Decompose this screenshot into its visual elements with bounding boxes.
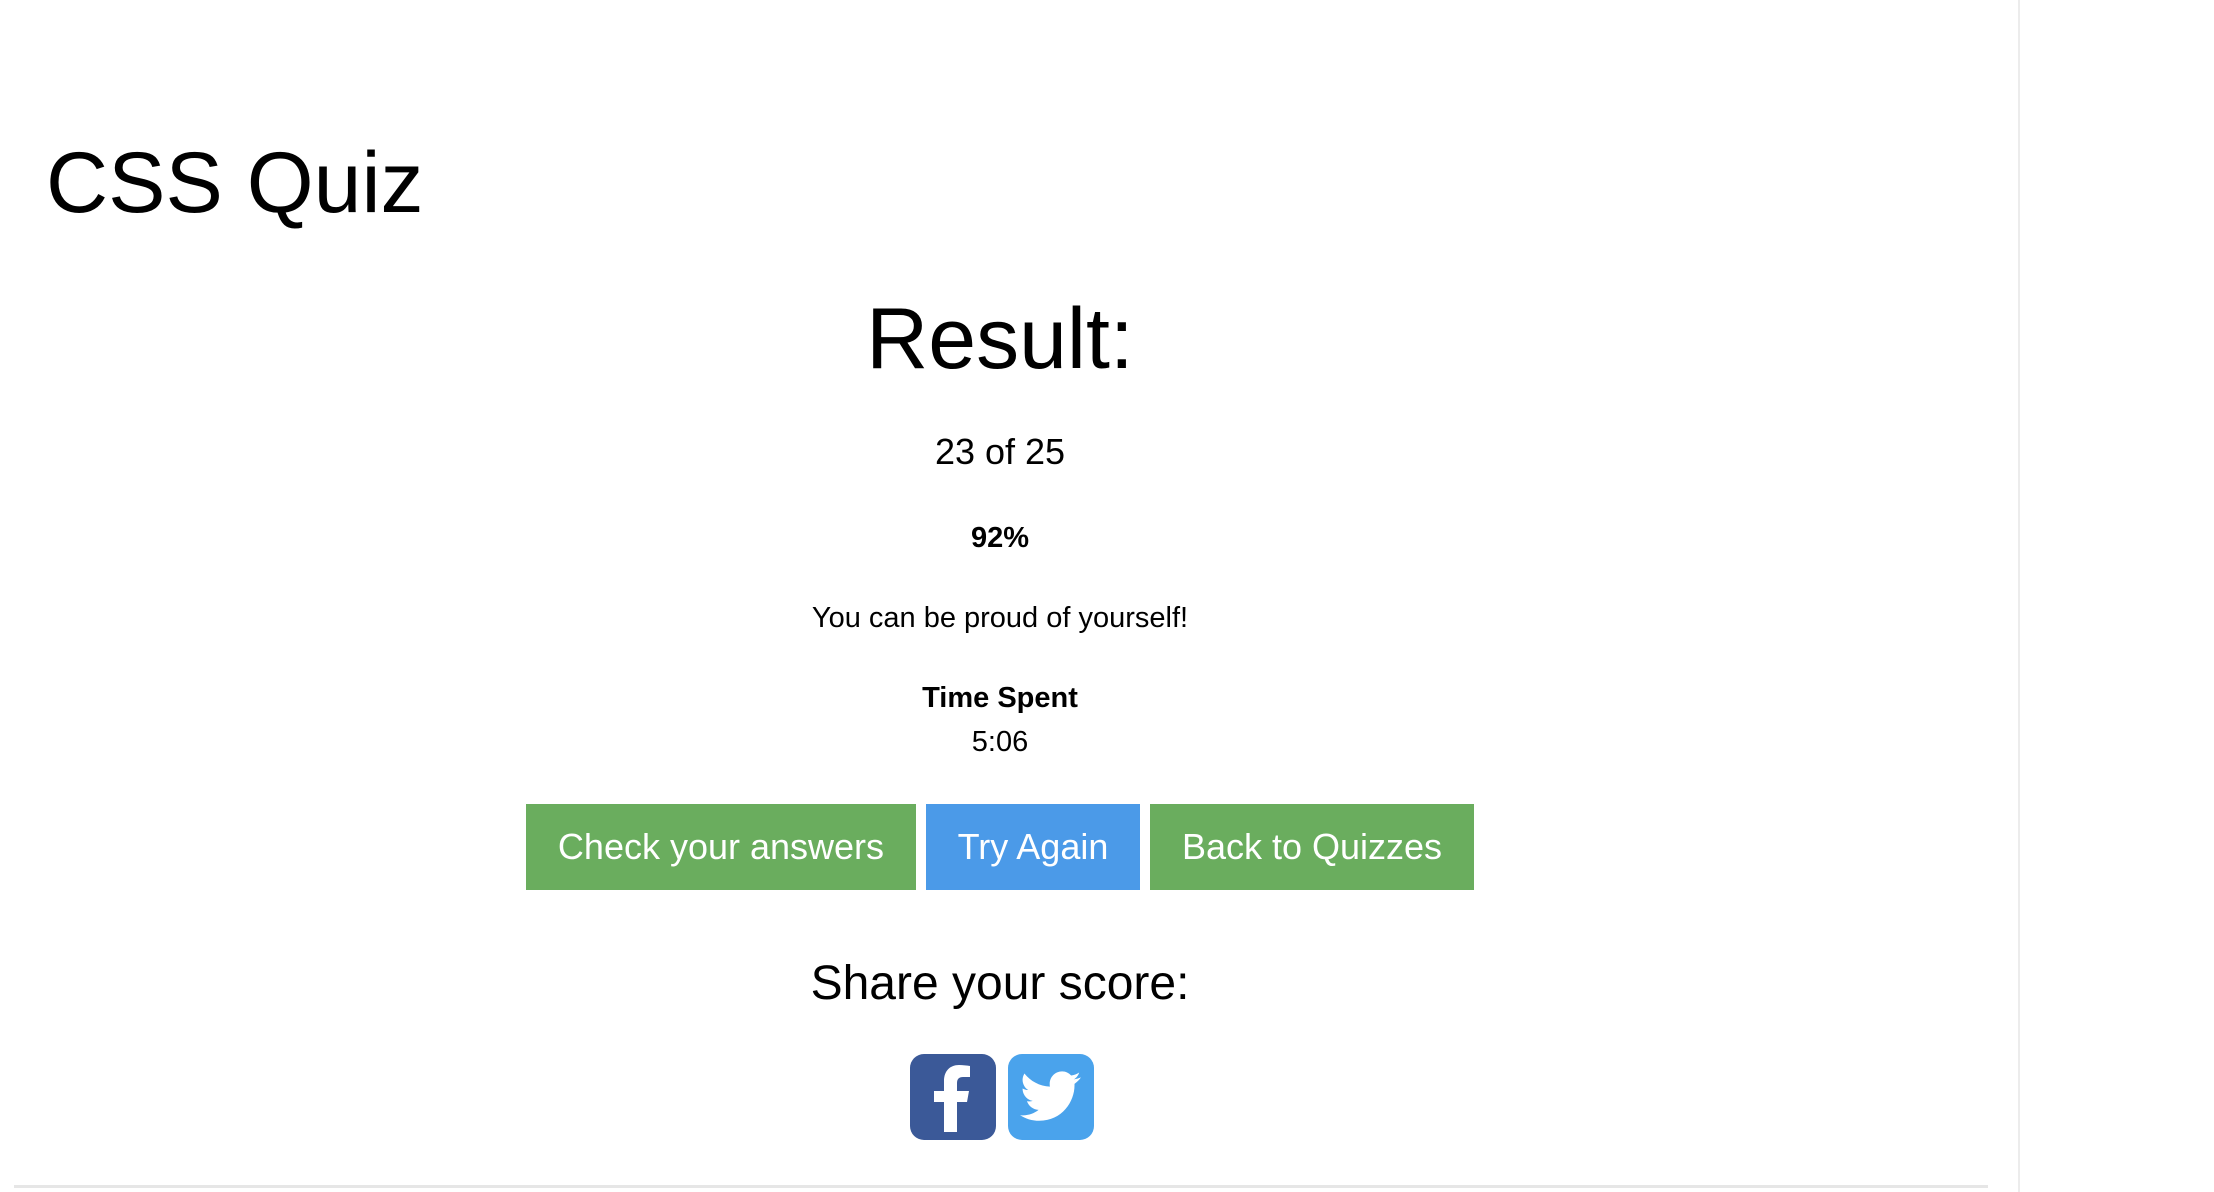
facebook-f-glyph [934, 1065, 970, 1132]
back-to-quizzes-button[interactable]: Back to Quizzes [1150, 804, 1474, 890]
result-actions: Check your answers Try Again Back to Qui… [526, 804, 1474, 890]
sidebar-divider [2018, 0, 2020, 1192]
result-heading: Result: [866, 291, 1134, 387]
facebook-icon[interactable] [910, 1054, 996, 1140]
quiz-result-page: CSS Quiz Result: 23 of 25 92% You can be… [0, 0, 2214, 1192]
bottom-divider [14, 1185, 1988, 1188]
time-spent-value: 5:06 [971, 726, 1029, 758]
check-answers-button[interactable]: Check your answers [526, 804, 916, 890]
result-message: You can be proud of yourself! [811, 602, 1189, 634]
share-heading: Share your score: [810, 957, 1190, 1010]
main-content: CSS Quiz Result: 23 of 25 92% You can be… [0, 0, 2018, 1192]
score-text: 23 of 25 [934, 431, 1066, 472]
time-spent-label: Time Spent [922, 682, 1078, 714]
share-icons [910, 1054, 1094, 1140]
page-title: CSS Quiz [46, 135, 424, 231]
twitter-bird-glyph [1020, 1071, 1081, 1121]
score-percent: 92% [970, 522, 1030, 554]
twitter-icon[interactable] [1008, 1054, 1094, 1140]
try-again-button[interactable]: Try Again [926, 804, 1140, 890]
